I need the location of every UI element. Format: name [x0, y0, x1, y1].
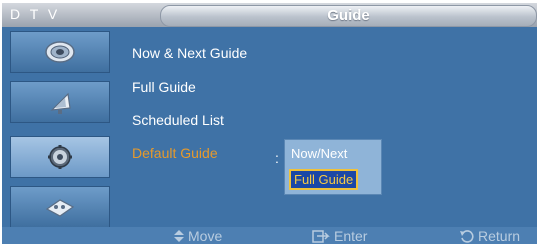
sound-icon — [50, 92, 71, 114]
osd-window: D T V Guide Now & Next Guide Full Guide … — [2, 3, 537, 244]
move-hint: Move — [174, 228, 222, 244]
category-setup[interactable] — [10, 136, 110, 178]
page-title: Guide — [327, 7, 370, 24]
menu-item-default-guide[interactable]: Default Guide — [132, 145, 218, 161]
menu-item-now-next-guide[interactable]: Now & Next Guide — [132, 45, 247, 61]
option-full-guide[interactable]: Full Guide — [289, 169, 359, 190]
category-icon-column — [10, 31, 110, 228]
footer-bar: Move Enter Return — [2, 227, 537, 244]
dtv-label: D T V — [10, 6, 61, 22]
category-sound[interactable] — [10, 81, 110, 123]
return-label: Return — [478, 228, 521, 244]
input-icon — [45, 199, 75, 217]
menu-item-full-guide[interactable]: Full Guide — [132, 79, 196, 95]
category-picture[interactable] — [10, 31, 110, 73]
enter-label: Enter — [334, 228, 368, 244]
value-separator: : — [275, 150, 279, 166]
enter-icon — [312, 229, 330, 243]
return-icon — [460, 230, 474, 243]
title-bar: D T V Guide — [2, 3, 537, 27]
move-label: Move — [188, 228, 223, 244]
enter-hint: Enter — [312, 228, 367, 244]
category-input[interactable] — [10, 186, 110, 228]
picture-icon — [45, 41, 75, 63]
title-pill: Guide — [160, 5, 537, 27]
default-guide-options: Now/Next Full Guide — [284, 139, 382, 195]
setup-icon — [48, 145, 72, 169]
option-now-next[interactable]: Now/Next — [291, 146, 347, 161]
menu-item-scheduled-list[interactable]: Scheduled List — [132, 112, 224, 128]
move-arrows-icon — [174, 230, 184, 242]
return-hint: Return — [460, 228, 520, 244]
